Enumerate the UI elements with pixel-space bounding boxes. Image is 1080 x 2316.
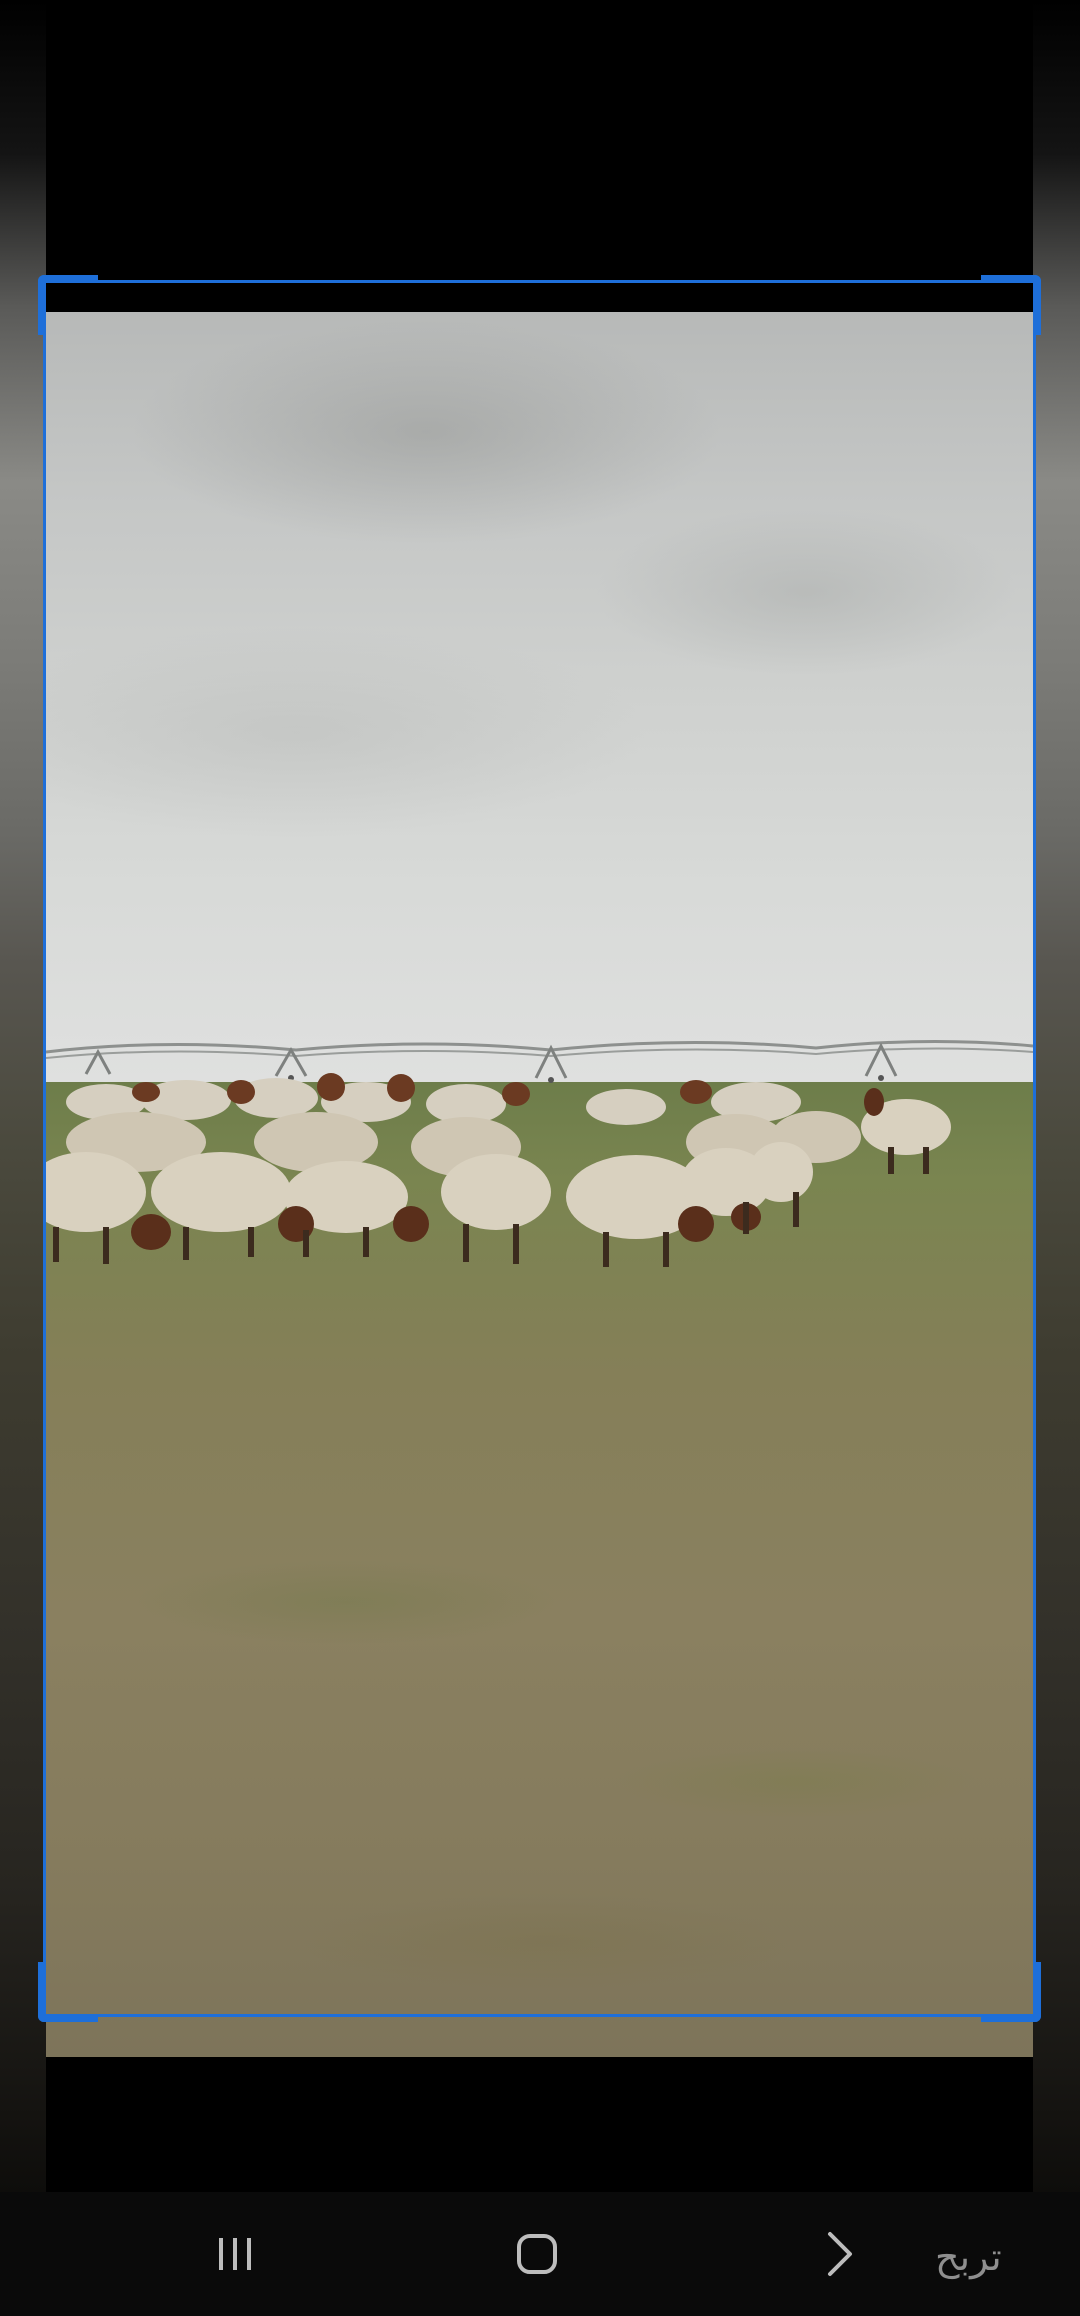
home-icon [517,2234,557,2274]
recents-button[interactable] [195,2214,275,2294]
chevron-right-icon [828,2232,852,2276]
crop-handle-top-left[interactable] [38,275,98,335]
watermark-text: تربح [935,2235,1002,2279]
home-button[interactable] [497,2214,577,2294]
crop-frame[interactable] [43,280,1036,2017]
recents-icon [219,2238,251,2270]
back-button[interactable] [800,2214,880,2294]
system-nav-bar [0,2192,1080,2316]
crop-handle-bottom-left[interactable] [38,1962,98,2022]
crop-handle-top-right[interactable] [981,275,1041,335]
crop-handle-bottom-right[interactable] [981,1962,1041,2022]
